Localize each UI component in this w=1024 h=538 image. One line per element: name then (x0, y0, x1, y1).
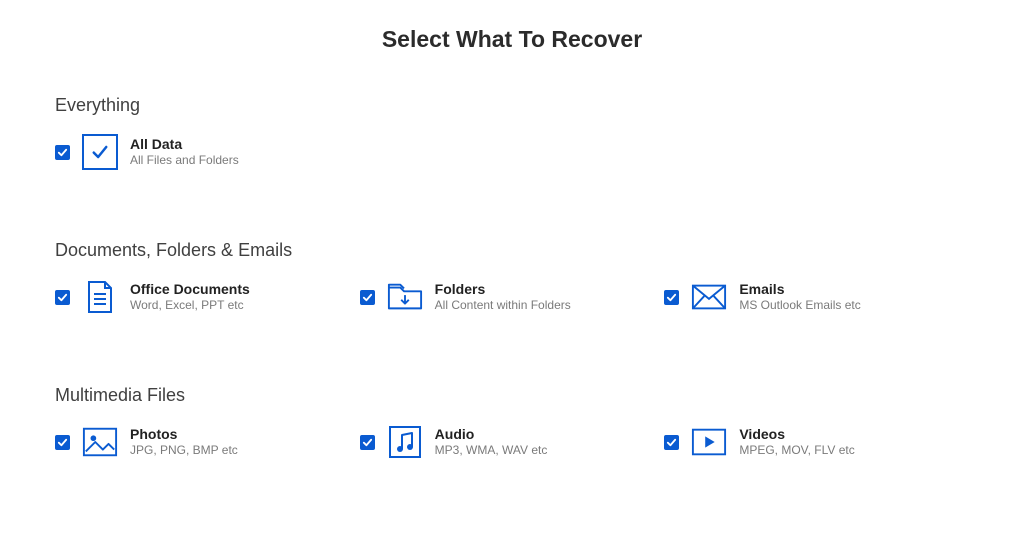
music-note-icon (387, 424, 423, 460)
section-heading-documents: Documents, Folders & Emails (55, 240, 969, 261)
item-title: Folders (435, 281, 571, 299)
item-title: Audio (435, 426, 548, 444)
section-multimedia: Multimedia Files Photos JPG, PNG, BMP et… (55, 385, 969, 460)
checkbox-audio[interactable] (360, 435, 375, 450)
play-video-icon (691, 424, 727, 460)
item-desc: Word, Excel, PPT etc (130, 298, 250, 313)
checkbox-emails[interactable] (664, 290, 679, 305)
item-title: Emails (739, 281, 860, 299)
item-title: Videos (739, 426, 854, 444)
checkbox-folders[interactable] (360, 290, 375, 305)
document-icon (82, 279, 118, 315)
check-icon (57, 292, 68, 303)
text-folders: Folders All Content within Folders (435, 281, 571, 314)
checkbox-videos[interactable] (664, 435, 679, 450)
check-icon (666, 292, 677, 303)
item-title: Photos (130, 426, 238, 444)
item-desc: MPEG, MOV, FLV etc (739, 443, 854, 458)
items-row-multimedia: Photos JPG, PNG, BMP etc Audio MP3, WMA,… (55, 424, 969, 460)
checkbox-office-documents[interactable] (55, 290, 70, 305)
section-documents: Documents, Folders & Emails Office Docum… (55, 240, 969, 315)
text-office: Office Documents Word, Excel, PPT etc (130, 281, 250, 314)
envelope-icon (691, 279, 727, 315)
item-videos: Videos MPEG, MOV, FLV etc (664, 424, 969, 460)
item-desc: All Files and Folders (130, 153, 239, 168)
check-icon (362, 437, 373, 448)
checkbox-photos[interactable] (55, 435, 70, 450)
item-office-documents: Office Documents Word, Excel, PPT etc (55, 279, 360, 315)
text-videos: Videos MPEG, MOV, FLV etc (739, 426, 854, 459)
item-title: Office Documents (130, 281, 250, 299)
text-emails: Emails MS Outlook Emails etc (739, 281, 860, 314)
text-photos: Photos JPG, PNG, BMP etc (130, 426, 238, 459)
item-desc: MP3, WMA, WAV etc (435, 443, 548, 458)
check-icon (57, 437, 68, 448)
text-audio: Audio MP3, WMA, WAV etc (435, 426, 548, 459)
items-row-documents: Office Documents Word, Excel, PPT etc Fo… (55, 279, 969, 315)
section-everything: Everything All Data All Files and Folder… (55, 95, 969, 170)
item-desc: MS Outlook Emails etc (739, 298, 860, 313)
check-icon (362, 292, 373, 303)
item-all-data: All Data All Files and Folders (55, 134, 363, 170)
text-all-data: All Data All Files and Folders (130, 136, 239, 169)
item-photos: Photos JPG, PNG, BMP etc (55, 424, 360, 460)
check-icon (666, 437, 677, 448)
all-data-icon (82, 134, 118, 170)
checkmark-icon (90, 142, 110, 162)
folder-download-icon (387, 279, 423, 315)
check-icon (57, 147, 68, 158)
item-title: All Data (130, 136, 239, 154)
item-audio: Audio MP3, WMA, WAV etc (360, 424, 665, 460)
section-heading-multimedia: Multimedia Files (55, 385, 969, 406)
photo-icon (82, 424, 118, 460)
section-heading-everything: Everything (55, 95, 969, 116)
item-desc: JPG, PNG, BMP etc (130, 443, 238, 458)
item-desc: All Content within Folders (435, 298, 571, 313)
item-emails: Emails MS Outlook Emails etc (664, 279, 969, 315)
checkbox-all-data[interactable] (55, 145, 70, 160)
page-title: Select What To Recover (55, 26, 969, 53)
items-row-everything: All Data All Files and Folders (55, 134, 969, 170)
item-folders: Folders All Content within Folders (360, 279, 665, 315)
